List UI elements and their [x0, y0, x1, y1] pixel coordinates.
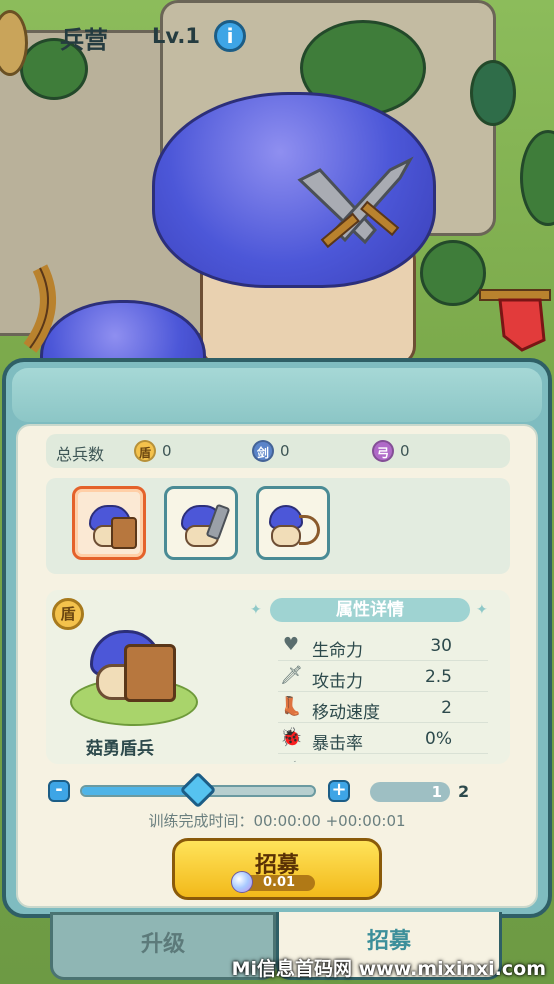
attribute-label: 生命力: [312, 641, 363, 661]
sparkle-icon: ✦: [250, 602, 262, 618]
info-icon[interactable]: i: [214, 20, 246, 52]
attribute-row-attack-speed: ⚡ 攻速 100: [278, 756, 488, 762]
quantity-field[interactable]: 1: [370, 782, 450, 802]
attributes-list[interactable]: ♥ 生命力 30 🗡 攻击力 2.5 👢 移动速度 2 🐞 暴击率 0% ⚡ 攻…: [278, 632, 488, 762]
gem-icon: [231, 871, 253, 893]
bow-count: 0: [400, 442, 410, 460]
unit-card-sword[interactable]: [164, 486, 238, 560]
crossed-swords-icon: [297, 156, 414, 249]
sword-count: 0: [280, 442, 290, 460]
panel-title-bar: [12, 368, 542, 422]
flag-icon: [479, 289, 551, 352]
sparkle-icon: ✦: [476, 602, 488, 618]
recruit-cost-value: 0.01: [263, 875, 296, 890]
shield-icon: [111, 517, 137, 549]
quantity-value: 1: [431, 783, 442, 801]
wooden-post-icon: [23, 264, 56, 353]
shield-icon: [124, 644, 176, 702]
attribute-row-move-speed: 👢 移动速度 2: [278, 694, 488, 723]
mushroom-face-icon: [271, 525, 301, 547]
increase-button[interactable]: +: [328, 780, 350, 802]
attribute-value: 2.5: [424, 667, 452, 687]
attribute-value: 0%: [425, 729, 452, 749]
unit-card-bow[interactable]: [256, 486, 330, 560]
attribute-label: 攻击力: [312, 672, 363, 692]
sword-icon: 🗡: [280, 665, 303, 686]
building-level: Lv.1: [152, 24, 200, 48]
tree: [520, 130, 554, 226]
unit-selector: [46, 478, 510, 574]
troop-count-bar: 总兵数 盾 0 剑 0 弓 0: [46, 434, 510, 468]
decrease-button[interactable]: -: [48, 780, 70, 802]
slider-track[interactable]: [80, 771, 316, 809]
heart-icon: ♥: [282, 634, 300, 655]
unit-portrait: [70, 624, 200, 726]
attribute-label: 移动速度: [312, 703, 380, 723]
attribute-value: 2: [441, 698, 452, 718]
slider-handle[interactable]: [179, 771, 217, 809]
attribute-label: 暴击率: [312, 734, 363, 754]
training-time: 训练完成时间：00:00:00 +00:00:01: [148, 812, 406, 830]
attribute-value: 100: [420, 760, 452, 762]
bow-icon: [299, 515, 320, 545]
pine-tree: [470, 60, 516, 126]
shield-type-badge: 盾: [134, 440, 156, 462]
shield-count: 0: [162, 442, 172, 460]
bow-type-badge: 弓: [372, 440, 394, 462]
speed-icon: ⚡: [280, 758, 302, 762]
watermark-text: Mi信息首码网 www.mixinxi.com: [231, 958, 546, 980]
recruit-cost: 0.01: [231, 871, 315, 893]
bug-icon: 🐞: [280, 727, 303, 748]
boot-icon: 👢: [280, 696, 303, 717]
unit-card-shield[interactable]: [72, 486, 146, 560]
attribute-row-attack: 🗡 攻击力 2.5: [278, 663, 488, 692]
attribute-row-crit-rate: 🐞 暴击率 0%: [278, 725, 488, 754]
attribute-value: 30: [430, 636, 452, 656]
sword-type-badge: 剑: [252, 440, 274, 462]
panel-title: 兵营: [60, 26, 108, 54]
attributes-header: 属性详情: [270, 598, 470, 622]
quantity-max: 2: [458, 782, 470, 801]
recruit-button[interactable]: 招募 0.01: [172, 838, 382, 900]
attribute-row-health: ♥ 生命力 30: [278, 632, 488, 661]
unit-name: 菇勇盾兵: [86, 739, 154, 759]
quantity-slider: - +: [48, 771, 358, 809]
troop-count-label: 总兵数: [56, 445, 105, 464]
attribute-label: 攻速: [312, 760, 346, 762]
